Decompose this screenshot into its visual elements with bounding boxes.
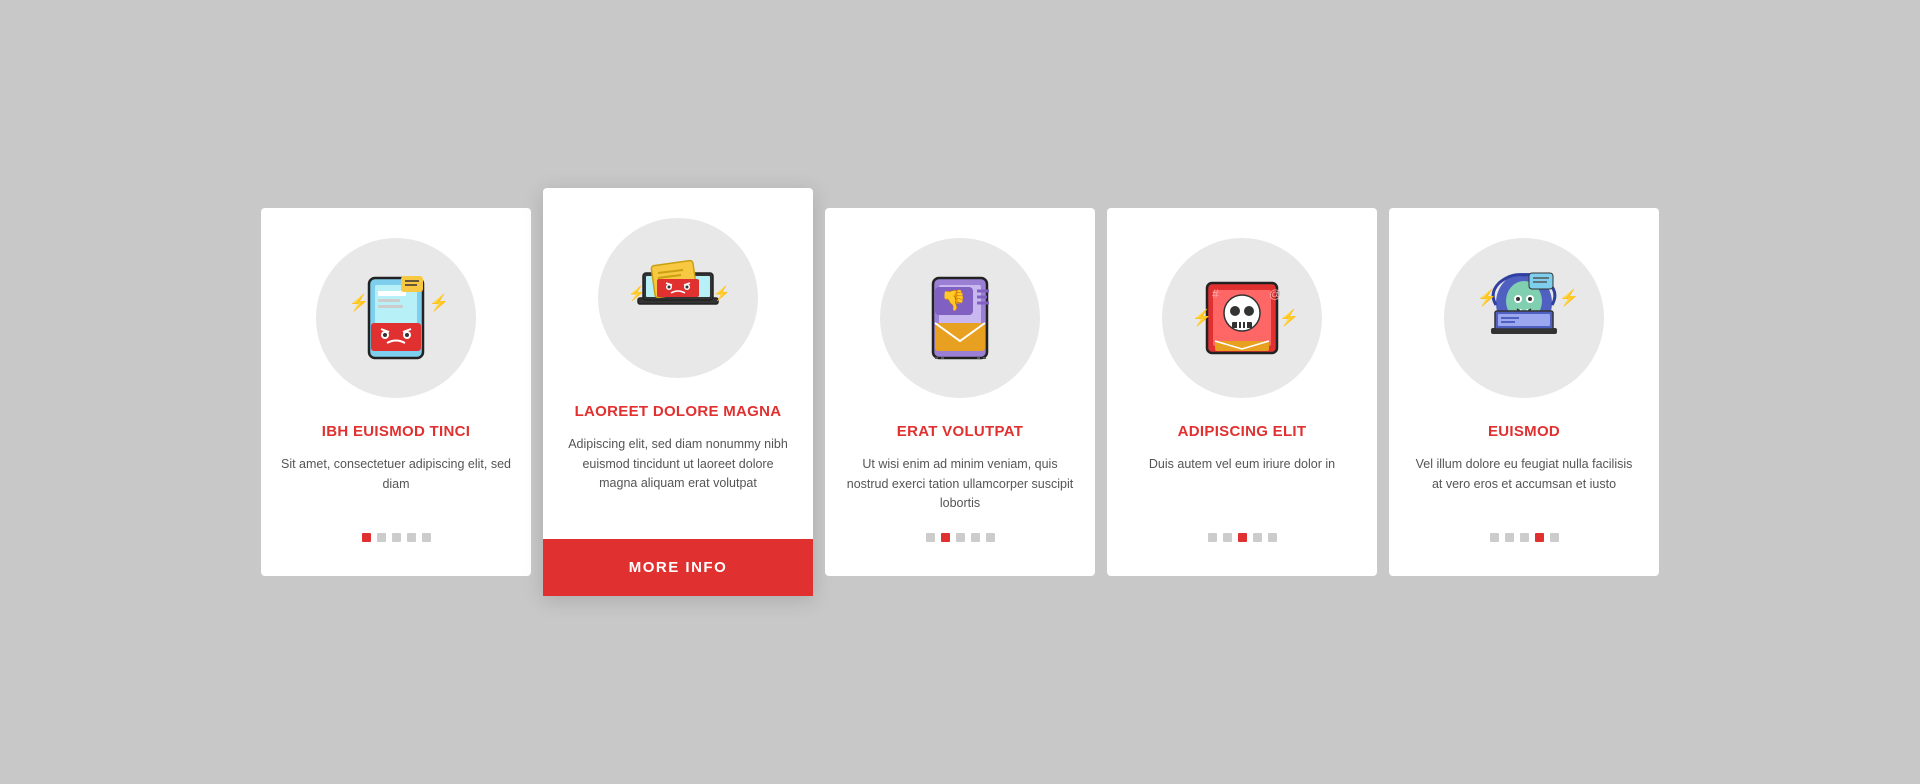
card-4: # @ ⚡ ⚡ ADIPISCING ELIT Duis autem vel e…: [1107, 208, 1377, 577]
svg-text:⚡: ⚡: [1477, 288, 1497, 307]
dot: [1268, 533, 1277, 542]
svg-text:⚡: ⚡: [349, 293, 369, 312]
svg-text:⚡: ⚡: [628, 285, 645, 302]
svg-text:👎: 👎: [941, 289, 966, 312]
card-2-title: LAOREET DOLORE MAGNA: [575, 402, 782, 422]
svg-text:@: @: [1269, 287, 1281, 301]
card-1-text: Sit amet, consectetuer adipiscing elit, …: [281, 455, 511, 513]
card-5-text: Vel illum dolore eu feugiat nulla facili…: [1409, 455, 1639, 513]
dot: [407, 533, 416, 542]
more-info-button[interactable]: MORE INFO: [543, 539, 813, 596]
card-4-dots: [1208, 533, 1277, 542]
icon-circle-3: 👎: [880, 238, 1040, 398]
dot: [1520, 533, 1529, 542]
icon-circle-1: ⚡ ⚡: [316, 238, 476, 398]
cards-container: ⚡ ⚡ IBH EUISMOD TINCI Sit amet, consecte…: [231, 168, 1689, 617]
card-5-title: EUISMOD: [1488, 422, 1560, 442]
dot: [971, 533, 980, 542]
icon-circle-5: ⚡ ⚡: [1444, 238, 1604, 398]
svg-text:⚡: ⚡: [1559, 288, 1579, 307]
card-2-text: Adipiscing elit, sed diam nonummy nibh e…: [563, 435, 793, 519]
dot: [956, 533, 965, 542]
icon-circle-2: ⚡ ⚡: [598, 218, 758, 378]
dot: [1535, 533, 1544, 542]
dot: [1223, 533, 1232, 542]
card-3-dots: [926, 533, 995, 542]
dot: [941, 533, 950, 542]
card-3-title: ERAT VOLUTPAT: [897, 422, 1023, 442]
svg-text:#: #: [1212, 287, 1219, 301]
dot: [377, 533, 386, 542]
icon-circle-4: # @ ⚡ ⚡: [1162, 238, 1322, 398]
dot: [926, 533, 935, 542]
card-1: ⚡ ⚡ IBH EUISMOD TINCI Sit amet, consecte…: [261, 208, 531, 577]
card-1-dots: [362, 533, 431, 542]
card-2: ⚡ ⚡ LAOREET DOLORE MAGNA Adipiscing elit…: [543, 188, 813, 597]
svg-text:⚡: ⚡: [1279, 308, 1297, 327]
dot: [1208, 533, 1217, 542]
dot: [1238, 533, 1247, 542]
card-5: ⚡ ⚡ EUISMOD Vel illum dolore eu feugiat …: [1389, 208, 1659, 577]
dot: [392, 533, 401, 542]
dot: [986, 533, 995, 542]
card-4-title: ADIPISCING ELIT: [1178, 422, 1307, 442]
svg-text:⚡: ⚡: [713, 285, 730, 302]
svg-text:⚡: ⚡: [429, 293, 449, 312]
dot: [1505, 533, 1514, 542]
dot: [1253, 533, 1262, 542]
dot: [362, 533, 371, 542]
dot: [1550, 533, 1559, 542]
svg-text:⚡: ⚡: [1192, 308, 1212, 327]
dot: [1490, 533, 1499, 542]
card-3-text: Ut wisi enim ad minim veniam, quis nostr…: [845, 455, 1075, 513]
card-4-text: Duis autem vel eum iriure dolor in: [1149, 455, 1335, 513]
card-3: 👎 ERAT VOLUTPAT Ut wisi enim ad minim ve…: [825, 208, 1095, 577]
dot: [422, 533, 431, 542]
card-5-dots: [1490, 533, 1559, 542]
card-1-title: IBH EUISMOD TINCI: [322, 422, 470, 442]
